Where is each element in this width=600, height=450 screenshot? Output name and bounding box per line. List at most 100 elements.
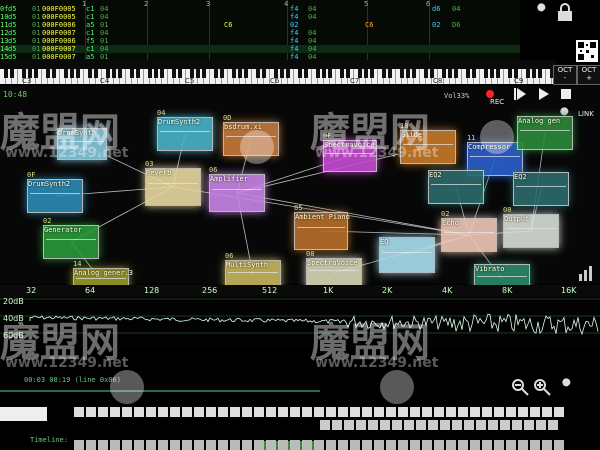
black-key[interactable] bbox=[52, 69, 56, 78]
pattern-cell[interactable] bbox=[110, 407, 120, 417]
pattern-cell[interactable] bbox=[332, 420, 342, 430]
pattern-cell[interactable] bbox=[506, 407, 516, 417]
pattern-cell[interactable] bbox=[122, 407, 132, 417]
pattern-cell[interactable] bbox=[482, 440, 492, 450]
black-key[interactable] bbox=[232, 69, 236, 78]
pattern-cell[interactable] bbox=[386, 440, 396, 450]
pattern-cell[interactable] bbox=[110, 440, 120, 450]
black-key[interactable] bbox=[220, 69, 224, 78]
pattern-cell[interactable] bbox=[452, 420, 462, 430]
qr-icon[interactable] bbox=[576, 40, 598, 62]
black-key[interactable] bbox=[238, 69, 242, 78]
pattern-cell[interactable] bbox=[326, 407, 336, 417]
black-key[interactable] bbox=[370, 69, 374, 78]
pattern-cell[interactable] bbox=[74, 407, 84, 417]
pattern-row[interactable]: 0f d5 01 000F0005 c1 04 f4 04 d6 04 bbox=[0, 5, 520, 13]
pattern-cell[interactable] bbox=[488, 420, 498, 430]
octave-down-button[interactable]: OCT - bbox=[553, 65, 577, 85]
black-key[interactable] bbox=[484, 69, 488, 78]
pattern-cell[interactable] bbox=[458, 440, 468, 450]
pattern-cell[interactable] bbox=[314, 440, 324, 450]
pattern-cell[interactable] bbox=[134, 407, 144, 417]
pattern-cell[interactable] bbox=[326, 440, 336, 450]
pattern-cell[interactable] bbox=[254, 440, 264, 450]
stop-button[interactable] bbox=[557, 88, 575, 102]
pattern-cell[interactable] bbox=[536, 420, 546, 430]
pattern-cell[interactable] bbox=[362, 407, 372, 417]
pattern-cell[interactable] bbox=[356, 420, 366, 430]
pattern-cell[interactable] bbox=[290, 440, 300, 450]
pattern-cell[interactable] bbox=[506, 440, 516, 450]
pattern-cell[interactable] bbox=[194, 440, 204, 450]
pattern-cell[interactable] bbox=[440, 420, 450, 430]
pattern-cell[interactable] bbox=[398, 407, 408, 417]
black-key[interactable] bbox=[262, 69, 266, 78]
black-key[interactable] bbox=[322, 69, 326, 78]
black-key[interactable] bbox=[388, 69, 392, 78]
black-key[interactable] bbox=[76, 69, 80, 78]
pattern-row[interactable]: 12 d5 01 000F0007 c1 04 f4 04 bbox=[0, 29, 520, 37]
pattern-cell[interactable] bbox=[122, 440, 132, 450]
pattern-cell[interactable] bbox=[254, 407, 264, 417]
pattern-cell[interactable] bbox=[368, 420, 378, 430]
pattern-cell[interactable] bbox=[338, 407, 348, 417]
black-key[interactable] bbox=[304, 69, 308, 78]
black-key[interactable] bbox=[340, 69, 344, 78]
black-key[interactable] bbox=[172, 69, 176, 78]
pattern-cell[interactable] bbox=[350, 440, 360, 450]
pattern-cell[interactable] bbox=[512, 420, 522, 430]
black-key[interactable] bbox=[118, 69, 122, 78]
black-key[interactable] bbox=[472, 69, 476, 78]
black-key[interactable] bbox=[160, 69, 164, 78]
pattern-cell[interactable] bbox=[542, 407, 552, 417]
pattern-cell[interactable] bbox=[266, 440, 276, 450]
pattern-cell[interactable] bbox=[422, 407, 432, 417]
black-key[interactable] bbox=[490, 69, 494, 78]
octave-up-button[interactable]: OCT + bbox=[577, 65, 600, 85]
pattern-cell[interactable] bbox=[314, 407, 324, 417]
pattern-cell[interactable] bbox=[554, 407, 564, 417]
black-key[interactable] bbox=[454, 69, 458, 78]
play-button[interactable] bbox=[535, 88, 553, 102]
black-key[interactable] bbox=[64, 69, 68, 78]
pattern-cell[interactable] bbox=[158, 407, 168, 417]
pattern-row[interactable]: 13 d5 01 000F0006 f5 01 f4 04 bbox=[0, 37, 520, 45]
pattern-cell[interactable] bbox=[410, 440, 420, 450]
black-key[interactable] bbox=[256, 69, 260, 78]
black-key[interactable] bbox=[448, 69, 452, 78]
pattern-cell[interactable] bbox=[392, 420, 402, 430]
black-key[interactable] bbox=[316, 69, 320, 78]
pattern-row[interactable]: 11 d5 01 000F0006 a5 01 C6 02 C6 02 D6 bbox=[0, 21, 520, 29]
black-key[interactable] bbox=[112, 69, 116, 78]
wrench-icon[interactable] bbox=[557, 377, 577, 401]
pattern-cell[interactable] bbox=[170, 407, 180, 417]
black-key[interactable] bbox=[34, 69, 38, 78]
black-key[interactable] bbox=[244, 69, 248, 78]
pattern-cell[interactable] bbox=[446, 407, 456, 417]
pattern-cell[interactable] bbox=[320, 420, 330, 430]
pattern-cell[interactable] bbox=[404, 420, 414, 430]
pattern-cell[interactable] bbox=[86, 407, 96, 417]
black-key[interactable] bbox=[412, 69, 416, 78]
pattern-cell[interactable] bbox=[482, 407, 492, 417]
pattern-cell[interactable] bbox=[242, 440, 252, 450]
pattern-cell[interactable] bbox=[380, 420, 390, 430]
black-key[interactable] bbox=[496, 69, 500, 78]
pattern-cell[interactable] bbox=[230, 407, 240, 417]
pattern-cell[interactable] bbox=[518, 440, 528, 450]
pattern-cell[interactable] bbox=[338, 440, 348, 450]
pattern-cell[interactable] bbox=[458, 407, 468, 417]
pattern-cell[interactable] bbox=[146, 407, 156, 417]
pattern-cell[interactable] bbox=[428, 420, 438, 430]
pattern-cell[interactable] bbox=[554, 440, 564, 450]
pattern-cell[interactable] bbox=[194, 407, 204, 417]
link-button[interactable]: LINK bbox=[578, 110, 594, 118]
black-key[interactable] bbox=[406, 69, 410, 78]
pattern-cell[interactable] bbox=[362, 440, 372, 450]
black-key[interactable] bbox=[382, 69, 386, 78]
pattern-cell[interactable] bbox=[146, 440, 156, 450]
pattern-cell[interactable] bbox=[470, 440, 480, 450]
pattern-cell[interactable] bbox=[524, 420, 534, 430]
pattern-cell[interactable] bbox=[182, 440, 192, 450]
wrench-icon[interactable] bbox=[531, 1, 553, 23]
